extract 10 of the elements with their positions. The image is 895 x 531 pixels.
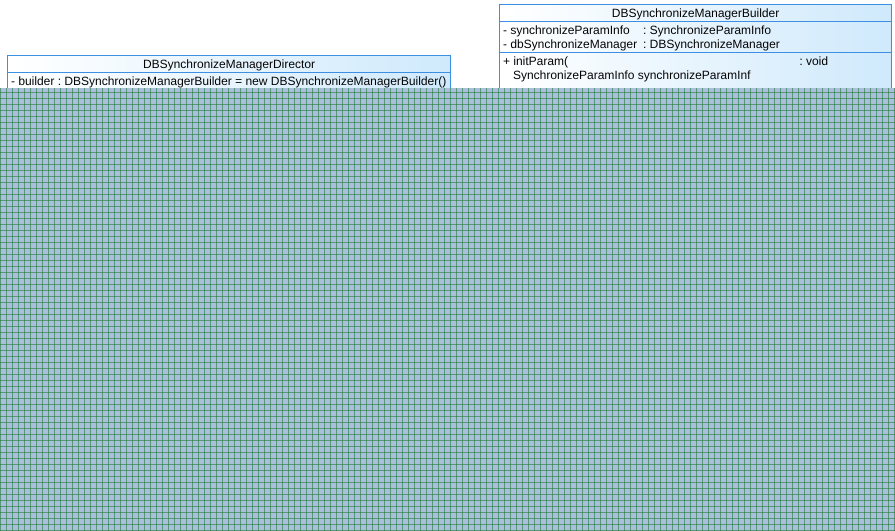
attribute-name: - synchronizeParamInfo <box>503 23 631 37</box>
attribute-text: - builder : DBSynchronizeManagerBuilder = new DBSynchronizeManagerBuilder() <box>11 74 446 88</box>
attribute-type: : SynchronizeParamInfo <box>643 23 772 37</box>
attribute-type: : DBSynchronizeManager <box>643 37 780 51</box>
operation-name: + initParam( <box>503 54 568 68</box>
class-name: DBSynchronizeManagerDirector <box>8 56 450 73</box>
class-name: DBSynchronizeManagerBuilder <box>500 5 891 22</box>
parameter-text: SynchronizeParamInfo synchronizeParamInf <box>512 68 752 82</box>
attribute-name: - dbSynchronizeManager <box>503 37 638 51</box>
return-type: : void <box>799 54 828 68</box>
